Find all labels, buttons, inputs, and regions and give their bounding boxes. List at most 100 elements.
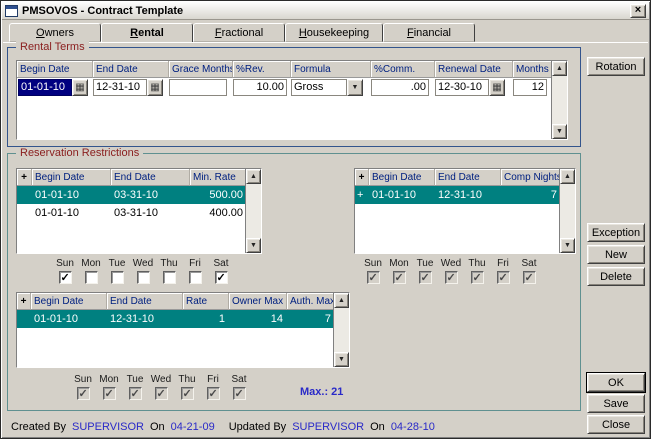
day-checkbox-thu[interactable] (163, 271, 176, 284)
day-checkbox-thu (181, 387, 194, 400)
tab-divider (3, 42, 648, 44)
day-checkbox-sun[interactable] (59, 271, 72, 284)
day-checkbox-wed (445, 271, 458, 284)
new-button[interactable]: New (587, 245, 645, 264)
day-checkbox-mon[interactable] (85, 271, 98, 284)
col-comp-nights: Comp Nights (501, 169, 561, 186)
renewal-date-input[interactable]: 12-30-10 (435, 79, 489, 96)
col-begin-date: Begin Date (32, 169, 111, 186)
save-button[interactable]: Save (587, 394, 645, 413)
rental-scrollbar[interactable]: ▲ ▼ (551, 61, 567, 139)
rate-days-group: Sun Mon Tue Wed Thu Fri Sat (52, 258, 234, 284)
col-pct-rev: %Rev. (233, 61, 291, 78)
scroll-up-icon[interactable]: ▲ (246, 169, 261, 184)
day-label: Wed (151, 374, 171, 385)
day-label: Thu (160, 258, 177, 269)
day-checkbox-fri (497, 271, 510, 284)
owner-max-scrollbar[interactable]: ▲ ▼ (333, 293, 349, 367)
pct-comm-input[interactable]: .00 (371, 79, 429, 96)
close-icon[interactable]: × (630, 4, 646, 18)
tab-rental[interactable]: Rental (101, 23, 193, 43)
col-end-date: End Date (93, 61, 169, 78)
day-label: Sat (213, 258, 228, 269)
scrollbar-track[interactable] (560, 184, 575, 238)
chevron-down-icon[interactable]: ▼ (347, 79, 363, 96)
scroll-down-icon[interactable]: ▼ (552, 124, 567, 139)
renewal-date-cell: 12-30-10▦ (435, 78, 513, 98)
day-label: Sat (521, 258, 536, 269)
day-label: Wed (441, 258, 461, 269)
rental-terms-label: Rental Terms (16, 41, 89, 53)
title-bar: PMSOVOS - Contract Template × (2, 2, 649, 20)
tab-strip: Owners Rental Fractional Housekeeping Fi… (9, 23, 475, 42)
created-by-label: Created By (11, 421, 66, 433)
col-grace-months: Grace Months (169, 61, 233, 78)
window-title: PMSOVOS - Contract Template (22, 5, 626, 17)
col-min-rate: Min. Rate (190, 169, 247, 186)
calendar-icon[interactable]: ▦ (72, 79, 88, 96)
scroll-down-icon[interactable]: ▼ (246, 238, 261, 253)
min-rate-scrollbar[interactable]: ▲ ▼ (245, 169, 261, 253)
contract-template-window: PMSOVOS - Contract Template × Owners Ren… (0, 0, 651, 439)
close-button[interactable]: Close (587, 415, 645, 434)
scroll-down-icon[interactable]: ▼ (334, 352, 349, 367)
exception-button[interactable]: Exception (587, 223, 645, 242)
calendar-icon[interactable]: ▦ (489, 79, 505, 96)
tab-housekeeping[interactable]: Housekeeping (285, 23, 383, 42)
day-checkbox-tue (129, 387, 142, 400)
day-label: Sat (231, 374, 246, 385)
day-label: Mon (389, 258, 408, 269)
audit-footer: Created By SUPERVISOR On 04-21-09 Update… (11, 421, 435, 433)
day-checkbox-sat[interactable] (215, 271, 228, 284)
grace-months-input[interactable] (169, 79, 227, 96)
pct-comm-cell: .00 (371, 78, 435, 98)
ok-button[interactable]: OK (587, 373, 645, 392)
pct-rev-input[interactable]: 10.00 (233, 79, 287, 96)
scroll-up-icon[interactable]: ▲ (552, 61, 567, 76)
scrollbar-track[interactable] (552, 76, 567, 124)
col-months: Months (513, 61, 553, 78)
scrollbar-track[interactable] (334, 308, 349, 352)
scroll-up-icon[interactable]: ▲ (334, 293, 349, 308)
comp-nights-scrollbar[interactable]: ▲ ▼ (559, 169, 575, 253)
tab-owners[interactable]: Owners (9, 23, 101, 42)
day-checkbox-wed[interactable] (137, 271, 150, 284)
col-end-date: End Date (111, 169, 190, 186)
end-date-input[interactable]: 12-31-10 (93, 79, 147, 96)
rotation-button[interactable]: Rotation (587, 57, 645, 76)
col-end-date: End Date (435, 169, 501, 186)
col-plus: + (17, 293, 31, 310)
scroll-up-icon[interactable]: ▲ (560, 169, 575, 184)
scrollbar-track[interactable] (246, 184, 261, 238)
table-row[interactable]: 01-01-10 03-31-10 400.00 (17, 204, 261, 222)
grace-months-cell (169, 78, 233, 98)
months-input[interactable]: 12 (513, 79, 547, 96)
col-auth-max: Auth. Max (287, 293, 335, 310)
created-on-label: On (150, 421, 165, 433)
col-begin-date: Begin Date (369, 169, 435, 186)
begin-date-input[interactable]: 01-01-10 (18, 79, 72, 96)
calendar-icon[interactable]: ▦ (147, 79, 163, 96)
table-row[interactable]: + 01-01-10 12-31-10 7 (355, 186, 575, 204)
owner-days-group: Sun Mon Tue Wed Thu Fri Sat (70, 374, 252, 400)
scroll-down-icon[interactable]: ▼ (560, 238, 575, 253)
formula-select[interactable]: Gross (291, 79, 347, 96)
day-checkbox-tue (419, 271, 432, 284)
tab-financial[interactable]: Financial (383, 23, 475, 42)
tab-fractional[interactable]: Fractional (193, 23, 285, 42)
reservation-restrictions-group: Reservation Restrictions + Begin Date En… (7, 153, 581, 411)
day-checkbox-sun (367, 271, 380, 284)
day-label: Tue (109, 258, 126, 269)
day-checkbox-sat (523, 271, 536, 284)
table-row[interactable]: 01-01-10 03-31-10 500.00 (17, 186, 261, 204)
rental-terms-record: 01-01-10▦ 12-31-10▦ 10.00 Gross▼ .00 (17, 78, 567, 98)
col-end-date: End Date (107, 293, 183, 310)
day-checkbox-fri (207, 387, 220, 400)
col-rate: Rate (183, 293, 229, 310)
day-checkbox-tue[interactable] (111, 271, 124, 284)
day-checkbox-fri[interactable] (189, 271, 202, 284)
comp-days-group: Sun Mon Tue Wed Thu Fri Sat (360, 258, 542, 284)
table-row[interactable]: 01-01-10 12-31-10 1 14 7 (17, 310, 349, 328)
delete-button[interactable]: Delete (587, 267, 645, 286)
day-label: Sun (56, 258, 74, 269)
